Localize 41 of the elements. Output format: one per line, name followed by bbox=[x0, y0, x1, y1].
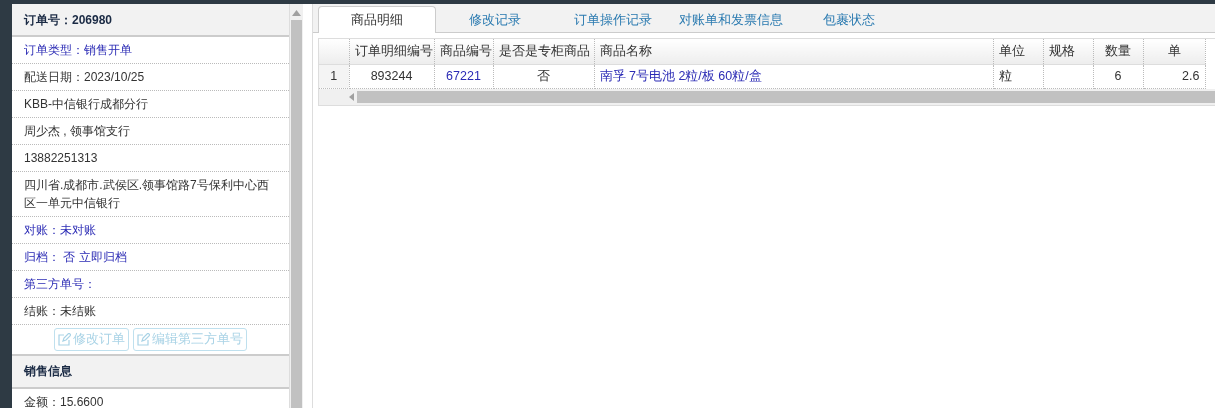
info-text: 13882251313 bbox=[12, 145, 289, 172]
table-link[interactable]: 南孚 7号电池 2粒/板 60粒/盒 bbox=[594, 64, 993, 88]
info-text: 结账：未结账 bbox=[12, 298, 289, 325]
scroll-up-icon[interactable] bbox=[292, 10, 301, 16]
column-header: 商品编号 bbox=[434, 39, 493, 64]
table-cell: 893244 bbox=[349, 64, 434, 88]
tab[interactable]: 包裹状态 bbox=[790, 6, 908, 32]
panel-title: 订单号：206980 bbox=[12, 4, 289, 37]
row-number: 1 bbox=[319, 64, 349, 88]
info-link[interactable]: 归档： 否 立即归档 bbox=[12, 244, 289, 271]
vertical-scrollbar[interactable] bbox=[290, 4, 303, 408]
column-header: 数量 bbox=[1093, 39, 1143, 64]
table-link[interactable]: 67221 bbox=[434, 64, 493, 88]
pencil-icon bbox=[137, 332, 150, 346]
info-text: 金额：15.6600 bbox=[12, 388, 289, 408]
column-header: 商品名称 bbox=[594, 39, 993, 64]
tab[interactable]: 对账单和发票信息 bbox=[672, 6, 790, 32]
info-link[interactable]: 订单类型：销售开单 bbox=[12, 37, 289, 64]
column-header: 是否是专柜商品 bbox=[493, 39, 594, 64]
table-cell: 否 bbox=[493, 64, 594, 88]
column-header: 单位 bbox=[993, 39, 1043, 64]
info-text: 周少杰 , 领事馆支行 bbox=[12, 118, 289, 145]
header-cell bbox=[319, 39, 349, 64]
column-header: 订单明细编号 bbox=[349, 39, 434, 64]
info-text: KBB-中信银行成都分行 bbox=[12, 91, 289, 118]
column-header: 单 bbox=[1143, 39, 1205, 64]
tab[interactable]: 订单操作记录 bbox=[554, 6, 672, 32]
column-header: 规格 bbox=[1043, 39, 1093, 64]
info-link[interactable]: 第三方单号： bbox=[12, 271, 289, 298]
info-text: 配送日期：2023/10/25 bbox=[12, 64, 289, 91]
table-cell: 6 bbox=[1093, 64, 1143, 88]
tab[interactable]: 修改记录 bbox=[436, 6, 554, 32]
panel-title: 销售信息 bbox=[12, 355, 289, 389]
scroll-left-icon[interactable] bbox=[349, 92, 354, 101]
pencil-icon bbox=[58, 332, 71, 346]
info-text: 四川省.成都市.武侯区.领事馆路7号保利中心西区一单元中信银行 bbox=[12, 172, 289, 217]
table-cell: 粒 bbox=[993, 64, 1043, 88]
horizontal-scrollbar[interactable] bbox=[319, 88, 1215, 105]
table-cell: 2.6 bbox=[1143, 64, 1205, 88]
tab[interactable]: 商品明细 bbox=[318, 6, 436, 33]
info-link[interactable]: 对账：未对账 bbox=[12, 217, 289, 244]
